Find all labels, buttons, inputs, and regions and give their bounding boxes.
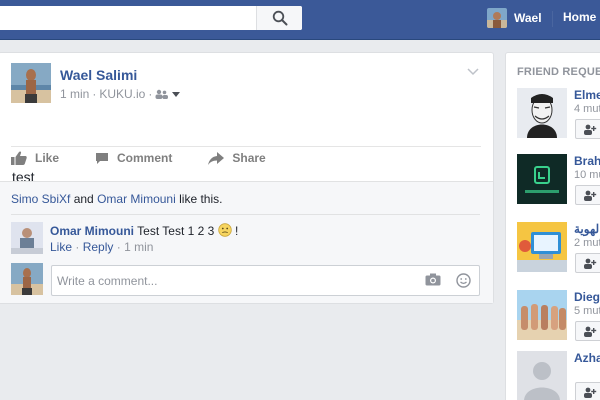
post-feedback: Simo SbiXf and Omar Mimouni like this. O… xyxy=(0,181,493,303)
divider xyxy=(552,11,553,27)
request-name[interactable]: Azhar xyxy=(574,351,600,365)
chevron-down-icon xyxy=(467,68,479,76)
search-icon xyxy=(272,10,287,26)
post-header xyxy=(11,63,51,103)
like-button[interactable]: Like xyxy=(11,151,59,165)
emoji-button[interactable] xyxy=(456,273,471,291)
request-avatar[interactable] xyxy=(517,154,567,204)
separator: · xyxy=(116,240,121,254)
friend-requests-panel: FRIEND REQUESTS Elmehdi 4 mutual friends xyxy=(505,52,600,400)
separator: · xyxy=(148,87,153,101)
confused-emoji-icon xyxy=(217,223,232,237)
comment-like-link[interactable]: Like xyxy=(50,240,72,254)
comment-placeholder: Write a comment... xyxy=(57,274,158,288)
comment-time[interactable]: 1 min xyxy=(124,240,153,254)
share-button[interactable]: Share xyxy=(208,151,266,165)
confirm-request-button[interactable] xyxy=(575,185,600,205)
friend-request-item: Diego 5 mutual friends xyxy=(517,290,600,342)
top-navigation-bar: Wael Home xyxy=(0,0,600,40)
attach-photo-button[interactable] xyxy=(425,273,441,289)
likes-and: and xyxy=(73,192,94,206)
friend-requests-title[interactable]: FRIEND REQUESTS xyxy=(517,66,600,78)
post-time[interactable]: 1 min xyxy=(60,87,89,101)
request-avatar[interactable] xyxy=(517,88,567,138)
share-icon xyxy=(208,151,225,165)
camera-icon xyxy=(425,273,441,286)
search-button[interactable] xyxy=(256,6,302,30)
liker-link[interactable]: Omar Mimouni xyxy=(97,192,176,206)
friend-request-item: Azhar xyxy=(517,351,600,400)
search-input[interactable] xyxy=(0,6,302,30)
confirm-request-button[interactable] xyxy=(575,253,600,273)
confirm-request-button[interactable] xyxy=(575,382,600,400)
mutual-friends[interactable]: 5 mutual friends xyxy=(574,305,600,317)
home-link[interactable]: Home xyxy=(563,10,596,24)
likes-summary: Simo SbiXf and Omar Mimouni like this. xyxy=(11,192,222,206)
like-label: Like xyxy=(35,151,60,165)
add-friend-icon xyxy=(584,258,597,269)
write-comment-row: Write a comment... xyxy=(11,263,480,296)
comment-icon xyxy=(96,152,109,164)
post-actions: Like Comment Share xyxy=(11,151,302,165)
mutual-friends[interactable]: 10 mutual friends xyxy=(574,169,600,181)
add-friend-icon xyxy=(584,326,597,337)
comment-author[interactable]: Omar Mimouni xyxy=(50,224,134,238)
add-friend-icon xyxy=(584,387,597,398)
request-avatar[interactable] xyxy=(517,351,567,400)
separator: · xyxy=(75,240,80,254)
author-avatar[interactable] xyxy=(11,63,51,103)
comment-text: Test Test 1 2 3 xyxy=(137,224,215,238)
comment-label: Comment xyxy=(117,151,173,165)
comment-reply-link[interactable]: Reply xyxy=(83,240,114,254)
post-meta: 1 min · KUKU.io · xyxy=(60,87,181,101)
mutual-friends[interactable]: 4 mutual friends xyxy=(574,103,600,115)
my-avatar xyxy=(11,263,43,295)
smiley-icon xyxy=(456,273,471,288)
comment-button[interactable]: Comment xyxy=(95,151,172,165)
post-card: Wael Salimi 1 min · KUKU.io · test Like … xyxy=(0,52,494,304)
request-name[interactable]: Elmehdi xyxy=(574,88,600,102)
comment-trail: ! xyxy=(234,224,239,238)
post-options-button[interactable] xyxy=(467,65,479,79)
friend-request-item: الهوية 2 mutual friends xyxy=(517,222,600,274)
caret-down-icon xyxy=(172,92,181,97)
request-name[interactable]: Diego xyxy=(574,290,600,304)
comment-input[interactable]: Write a comment... xyxy=(51,265,480,296)
commenter-avatar[interactable] xyxy=(11,222,43,254)
mutual-friends[interactable]: 2 mutual friends xyxy=(574,237,600,249)
confirm-request-button[interactable] xyxy=(575,119,600,139)
separator: · xyxy=(92,87,97,101)
confirm-request-button[interactable] xyxy=(575,321,600,341)
likes-suffix: like this. xyxy=(179,192,223,206)
profile-link[interactable]: Wael xyxy=(487,8,542,28)
avatar xyxy=(487,8,507,28)
friend-request-item: Elmehdi 4 mutual friends xyxy=(517,88,600,140)
add-friend-icon xyxy=(584,124,597,135)
comment-item: Omar Mimouni Test Test 1 2 3 ! Like · Re… xyxy=(11,222,238,254)
audience-selector[interactable] xyxy=(155,89,181,99)
comment-actions: Like · Reply · 1 min xyxy=(50,240,153,254)
request-name[interactable]: Brahim xyxy=(574,154,600,168)
divider xyxy=(11,146,481,147)
post-author[interactable]: Wael Salimi xyxy=(60,67,137,83)
request-name[interactable]: الهوية xyxy=(574,222,600,236)
request-avatar[interactable] xyxy=(517,222,567,272)
share-label: Share xyxy=(232,151,266,165)
thumbs-up-icon xyxy=(11,151,27,165)
comment-body: Omar Mimouni Test Test 1 2 3 ! xyxy=(50,223,238,238)
request-avatar[interactable] xyxy=(517,290,567,340)
friend-request-item: Brahim 10 mutual friends xyxy=(517,154,600,206)
profile-name: Wael xyxy=(514,11,542,25)
divider xyxy=(11,214,480,215)
liker-link[interactable]: Simo SbiXf xyxy=(11,192,70,206)
add-friend-icon xyxy=(584,190,597,201)
friends-icon xyxy=(155,89,169,99)
post-source[interactable]: KUKU.io xyxy=(99,87,145,101)
